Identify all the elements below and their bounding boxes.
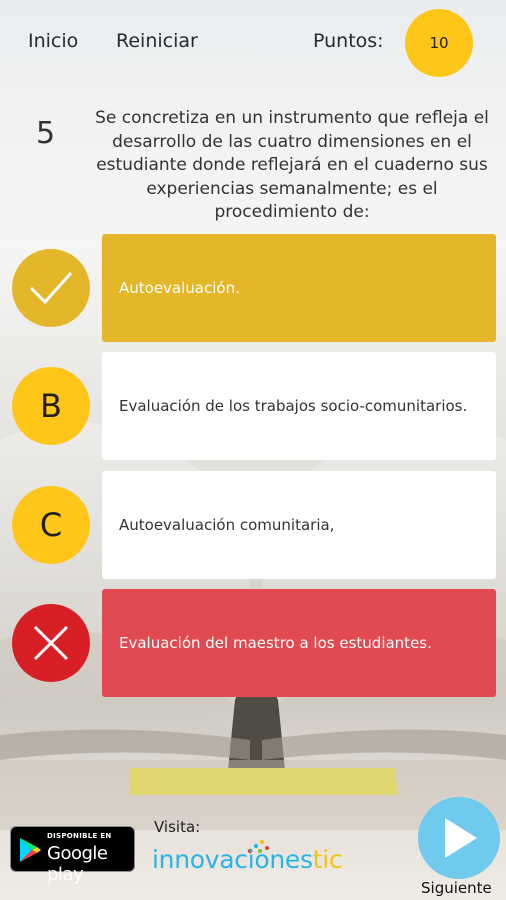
- option-d[interactable]: Evaluación del maestro a los estudiantes…: [0, 589, 506, 697]
- google-play-badge[interactable]: DISPONIBLE EN Google play: [10, 826, 135, 885]
- option-a-answer[interactable]: Autoevaluación.: [102, 234, 496, 342]
- visita-label: Visita:: [154, 818, 201, 836]
- option-b-marker[interactable]: B: [12, 367, 90, 445]
- question-number: 5: [36, 116, 56, 151]
- gplay-small-text: DISPONIBLE EN: [47, 832, 112, 840]
- top-bar: Inicio Reiniciar Puntos: 10: [0, 0, 506, 88]
- option-c-text: Autoevaluación comunitaria,: [119, 516, 335, 534]
- reiniciar-link[interactable]: Reiniciar: [116, 30, 198, 52]
- score-value: 10: [429, 34, 449, 52]
- option-a-text: Autoevaluación.: [119, 279, 240, 297]
- gplay-big-text: Google play: [47, 843, 108, 885]
- option-b-answer[interactable]: Evaluación de los trabajos socio-comunit…: [102, 352, 496, 460]
- brand-main-text: innovaciones: [152, 845, 313, 874]
- option-a[interactable]: Autoevaluación.: [0, 234, 506, 342]
- option-c-letter: C: [39, 506, 63, 544]
- next-label[interactable]: Siguiente: [421, 879, 492, 897]
- option-b-letter: B: [40, 387, 62, 425]
- option-b[interactable]: B Evaluación de los trabajos socio-comun…: [0, 352, 506, 460]
- score-badge: 10: [405, 9, 473, 77]
- check-icon: [29, 271, 73, 305]
- puntos-label: Puntos:: [313, 30, 384, 52]
- question-text: Se concretiza en un instrumento que refl…: [95, 108, 489, 222]
- next-button[interactable]: [418, 797, 500, 879]
- option-a-marker[interactable]: [12, 249, 90, 327]
- option-d-text: Evaluación del maestro a los estudiantes…: [119, 634, 432, 652]
- brand-tic-text: tic: [312, 845, 343, 874]
- option-d-answer[interactable]: Evaluación del maestro a los estudiantes…: [102, 589, 496, 697]
- option-c-marker[interactable]: C: [12, 486, 90, 564]
- option-b-text: Evaluación de los trabajos socio-comunit…: [119, 397, 468, 415]
- option-c-answer[interactable]: Autoevaluación comunitaria,: [102, 471, 496, 579]
- innovacionestic-logo[interactable]: innovacionestic: [152, 845, 343, 874]
- play-arrow-icon: [445, 818, 477, 858]
- google-play-icon: [20, 838, 41, 862]
- option-c[interactable]: C Autoevaluación comunitaria,: [0, 471, 506, 579]
- cross-icon: [33, 625, 69, 661]
- inicio-link[interactable]: Inicio: [28, 30, 78, 52]
- option-d-marker[interactable]: [12, 604, 90, 682]
